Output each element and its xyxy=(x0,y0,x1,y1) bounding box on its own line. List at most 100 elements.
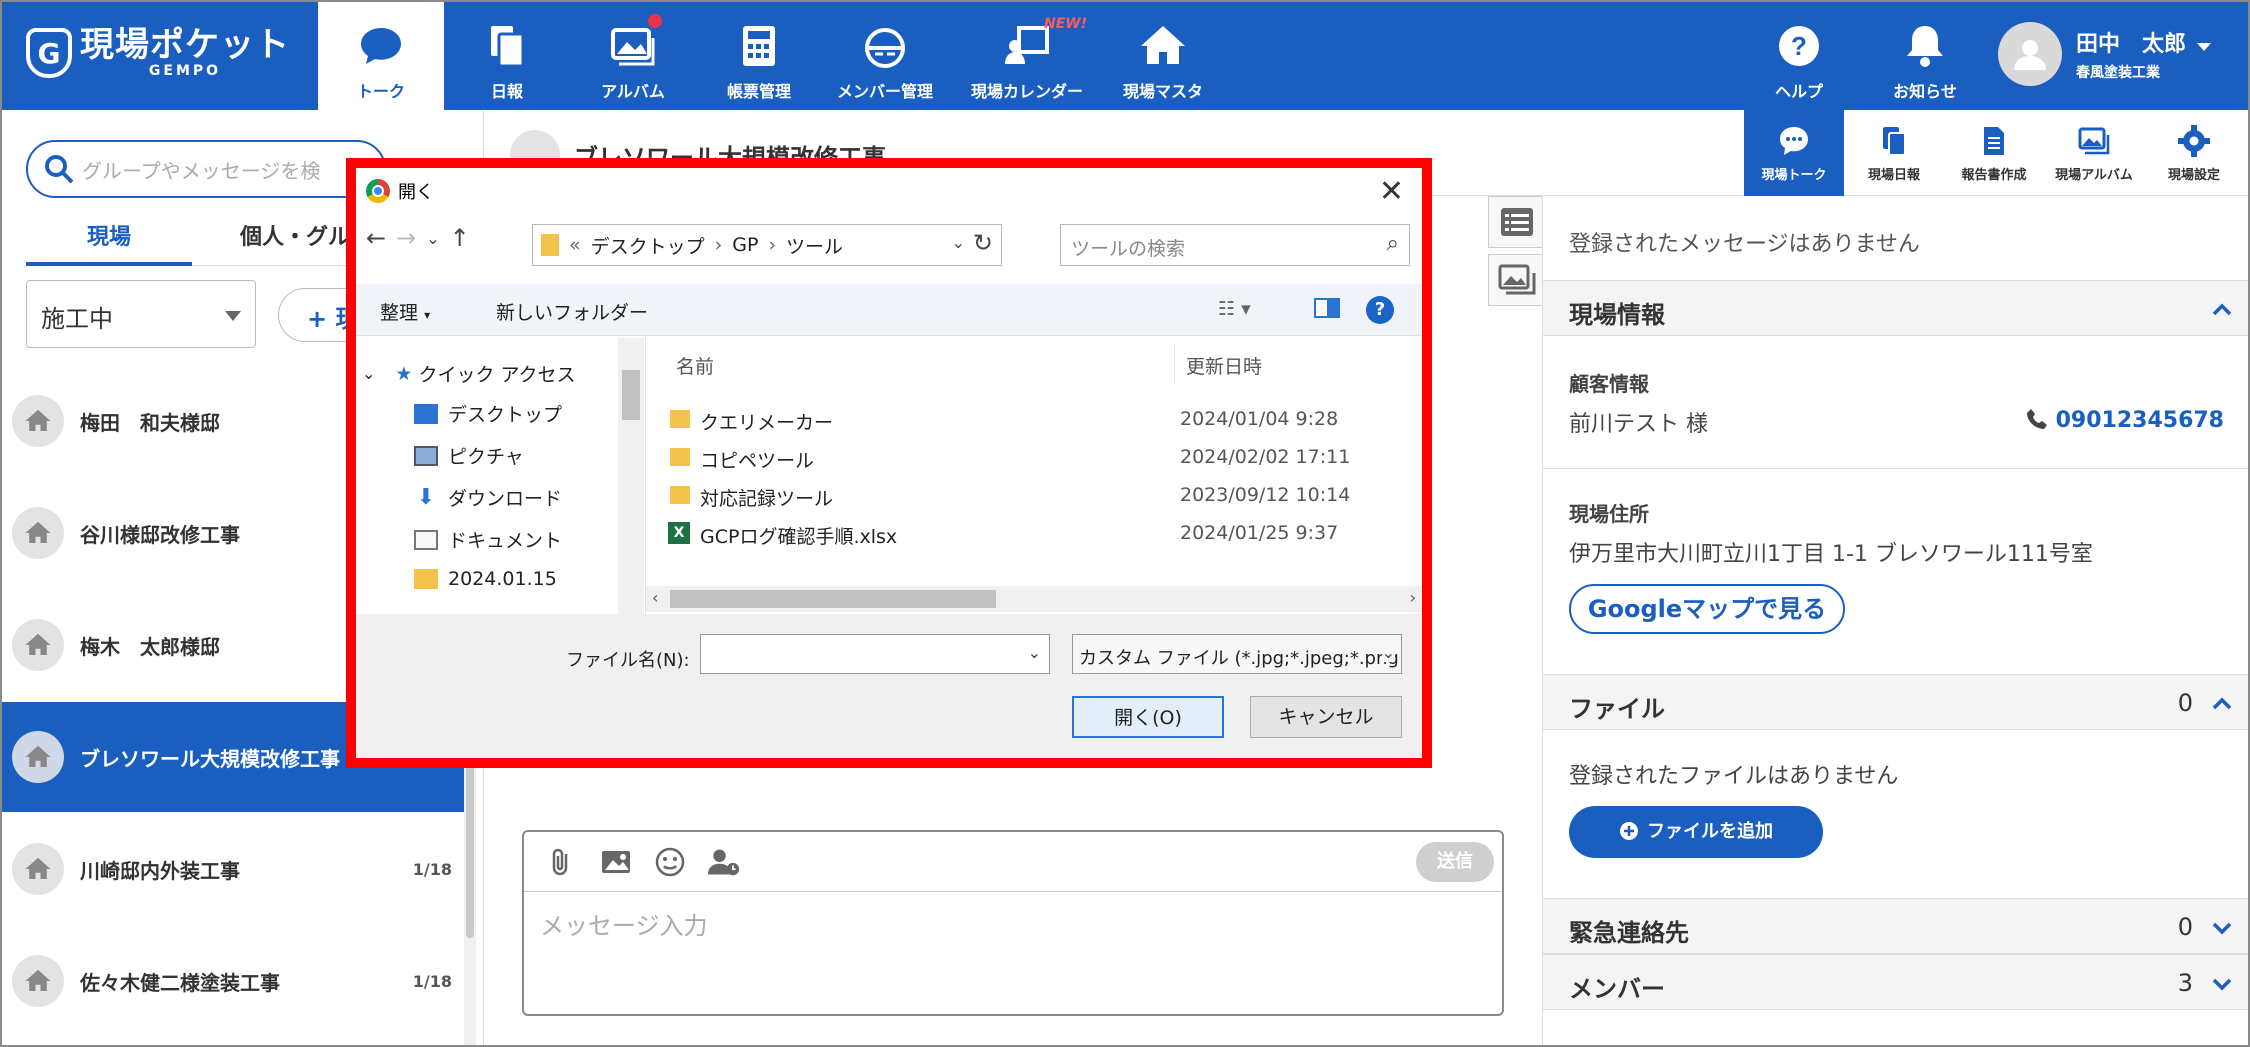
nav-talk[interactable]: トーク xyxy=(318,2,444,110)
user-name: 田中 太郎 xyxy=(2076,32,2187,57)
file-list-scrollbar[interactable]: ‹ › xyxy=(646,586,1422,612)
file-type-select[interactable]: カスタム ファイル (*.jpg;*.jpeg;*.png ⌄ xyxy=(1072,634,1402,674)
column-header-name[interactable]: 名前 xyxy=(676,352,714,379)
house-icon xyxy=(12,619,64,671)
gallery-icon[interactable] xyxy=(1488,254,1546,306)
address-bar[interactable]: « デスクトップ › GP › ツール ⌄ ↻ xyxy=(532,224,1002,266)
scroll-thumb[interactable] xyxy=(622,370,640,420)
breadcrumb-tool[interactable]: ツール xyxy=(786,232,843,259)
subnav-site-report[interactable]: 現場日報 xyxy=(1844,110,1944,196)
nav-label: ピクチャ xyxy=(448,446,524,468)
subnav-site-talk[interactable]: 現場トーク xyxy=(1744,110,1844,196)
emoji-icon[interactable] xyxy=(654,846,686,878)
nav-help[interactable]: ? ヘルプ xyxy=(1736,2,1862,110)
dialog-search-input[interactable]: ツールの検索 ⌕ xyxy=(1060,224,1410,266)
emergency-section-header[interactable]: 緊急連絡先 0 xyxy=(1543,898,2248,954)
chevron-down-icon[interactable]: ⌄ xyxy=(952,233,965,252)
up-arrow-icon[interactable]: ↑ xyxy=(450,224,470,252)
nav-folder-20240115[interactable]: 2024.01.15 📌 xyxy=(414,568,643,590)
send-button[interactable]: 送信 xyxy=(1416,842,1494,882)
organize-button[interactable]: 整理 ▾ xyxy=(380,298,430,325)
divider xyxy=(1543,468,2248,469)
open-button[interactable]: 開く(O) xyxy=(1072,696,1224,738)
tab-site[interactable]: 現場 xyxy=(26,218,192,266)
scroll-right-icon[interactable]: › xyxy=(1410,588,1416,607)
chevron-down-icon[interactable]: ⌄ xyxy=(1028,643,1041,662)
nav-documents[interactable]: ドキュメント 📌 xyxy=(414,526,643,553)
list-item[interactable]: 川崎邸内外装工事 1/18 xyxy=(2,814,464,924)
column-separator[interactable] xyxy=(1174,344,1175,384)
nav-site-master[interactable]: 現場マスタ xyxy=(1100,2,1226,110)
quick-access-item[interactable]: ⌄ ★ クイック アクセス xyxy=(362,360,576,387)
back-arrow-icon[interactable]: ← xyxy=(366,224,386,252)
view-options-icon[interactable]: ☷ ▾ xyxy=(1218,298,1251,320)
nav-calendar[interactable]: NEW! 現場カレンダー xyxy=(952,2,1102,110)
mention-user-icon[interactable] xyxy=(708,846,740,878)
nav-pictures[interactable]: ピクチャ 📌 xyxy=(414,442,643,469)
chevron-down-icon: ⌄ xyxy=(1381,643,1395,662)
image-icon[interactable] xyxy=(600,846,632,878)
subnav-create-report[interactable]: 報告書作成 xyxy=(1944,110,2044,196)
breadcrumb-gp[interactable]: GP xyxy=(732,234,758,256)
help-icon[interactable]: ? xyxy=(1366,296,1394,324)
file-row[interactable]: 対応記録ツール 2023/09/12 10:14 xyxy=(656,480,1396,514)
nav-members[interactable]: メンバー管理 xyxy=(822,2,948,110)
nav-downloads[interactable]: ⬇ ダウンロード 📌 xyxy=(414,484,644,511)
nav-album[interactable]: アルバム xyxy=(570,2,696,110)
forward-arrow-icon[interactable]: → xyxy=(396,224,416,252)
subnav-site-album[interactable]: 現場アルバム xyxy=(2044,110,2144,196)
house-icon xyxy=(1141,26,1185,64)
dialog-title: 開く xyxy=(398,182,434,203)
preview-pane-icon[interactable] xyxy=(1314,298,1340,323)
new-folder-button[interactable]: 新しいフォルダー xyxy=(496,298,648,325)
file-row[interactable]: コピペツール 2024/02/02 17:11 xyxy=(656,442,1396,476)
message-input[interactable]: メッセージ入力 xyxy=(524,892,1502,955)
scroll-thumb[interactable] xyxy=(670,590,996,608)
refresh-icon[interactable]: ↻ xyxy=(973,229,993,257)
file-row[interactable]: クエリメーカー 2024/01/04 9:28 xyxy=(656,404,1396,438)
list-item[interactable]: 佐々木健二様塗装工事 1/18 xyxy=(2,926,464,1036)
calculator-icon xyxy=(743,26,775,66)
list-view-icon[interactable] xyxy=(1488,196,1546,248)
subnav-label: 現場日報 xyxy=(1867,168,1920,183)
google-map-button[interactable]: Googleマップで見る xyxy=(1569,584,1845,634)
folder-icon xyxy=(541,234,559,256)
customer-name: 前川テスト 様 xyxy=(1569,412,1708,437)
member-count: 3 xyxy=(2177,969,2193,997)
subnav-site-settings[interactable]: 現場設定 xyxy=(2144,110,2244,196)
nav-forms[interactable]: 帳票管理 xyxy=(696,2,822,110)
add-file-button[interactable]: ファイルを追加 xyxy=(1569,806,1823,858)
file-row[interactable]: X GCPログ確認手順.xlsx 2024/01/25 9:37 xyxy=(656,518,1396,552)
phone-number: 09012345678 xyxy=(2055,408,2224,433)
tab-personal[interactable]: 個人・グル xyxy=(240,218,350,266)
breadcrumb-desktop[interactable]: デスクトップ xyxy=(591,232,705,259)
phone-link[interactable]: 09012345678 xyxy=(2026,408,2224,433)
member-section-header[interactable]: メンバー 3 xyxy=(1543,954,2248,1010)
address-overflow[interactable]: « xyxy=(569,234,581,256)
nav-notices[interactable]: お知らせ xyxy=(1862,2,1988,110)
close-icon[interactable]: ✕ xyxy=(1379,174,1404,209)
paperclip-icon[interactable] xyxy=(546,846,578,878)
highlight-frame: 開く ✕ ← → ⌄ ↑ « デスクトップ › GP › ツール ⌄ ↻ ツール… xyxy=(346,158,1432,768)
cancel-button[interactable]: キャンセル xyxy=(1250,696,1402,738)
recent-dropdown-icon[interactable]: ⌄ xyxy=(426,229,439,248)
folder-icon xyxy=(670,410,690,428)
gear-icon xyxy=(2178,125,2210,157)
caret-down-icon: ▾ xyxy=(424,308,431,322)
column-header-date[interactable]: 更新日時 xyxy=(1186,352,1262,379)
filename-input[interactable]: ⌄ xyxy=(700,634,1050,674)
house-icon xyxy=(12,955,64,1007)
nav-desktop[interactable]: デスクトップ 📌 xyxy=(414,400,643,427)
nav-scrollbar[interactable] xyxy=(618,338,644,628)
nav-daily-report[interactable]: 日報 xyxy=(444,2,570,110)
scroll-left-icon[interactable]: ‹ xyxy=(652,588,658,607)
file-section-header[interactable]: ファイル 0 xyxy=(1543,674,2248,730)
user-menu[interactable]: 田中 太郎 春風塗装工業 xyxy=(1998,22,2214,86)
search-icon xyxy=(45,155,74,184)
chat-icon xyxy=(1780,127,1808,155)
search-input[interactable]: グループやメッセージを検 xyxy=(26,140,386,198)
logo[interactable]: G 現場ポケット GEMPO xyxy=(26,28,290,78)
documents-icon xyxy=(491,26,525,68)
site-info-section-header[interactable]: 現場情報 xyxy=(1543,280,2248,336)
status-select[interactable]: 施工中 xyxy=(26,280,256,348)
